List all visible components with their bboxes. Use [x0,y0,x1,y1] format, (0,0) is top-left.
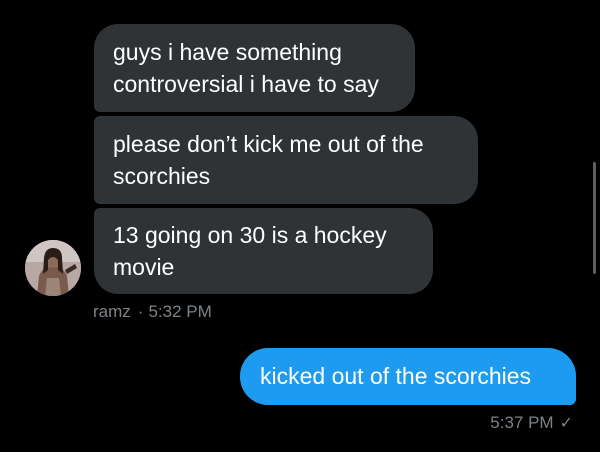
sender-name[interactable]: ramz [93,302,131,321]
message-timestamp: 5:37 PM [490,413,554,432]
incoming-message-bubble[interactable]: guys i have something controversial i ha… [94,24,415,112]
incoming-message-bubble[interactable]: please don’t kick me out of the scorchie… [94,116,478,204]
meta-separator: · [137,302,144,321]
checkmark-icon: ✓ [559,415,573,432]
scrollbar[interactable] [593,162,596,274]
incoming-message-meta: ramz · 5:32 PM [93,301,212,323]
message-timestamp: 5:32 PM [148,302,212,321]
user-photo-avatar-icon [25,240,81,296]
message-text: 13 going on 30 is a hockey movie [113,222,387,280]
outgoing-message-bubble[interactable]: kicked out of the scorchies [240,348,576,405]
avatar[interactable] [25,240,81,296]
message-text: guys i have something controversial i ha… [113,39,379,97]
incoming-message-bubble[interactable]: 13 going on 30 is a hockey movie [94,208,433,294]
message-text: please don’t kick me out of the scorchie… [113,131,424,189]
outgoing-message-meta: 5:37 PM ✓ [490,412,573,435]
message-text: kicked out of the scorchies [260,363,532,389]
